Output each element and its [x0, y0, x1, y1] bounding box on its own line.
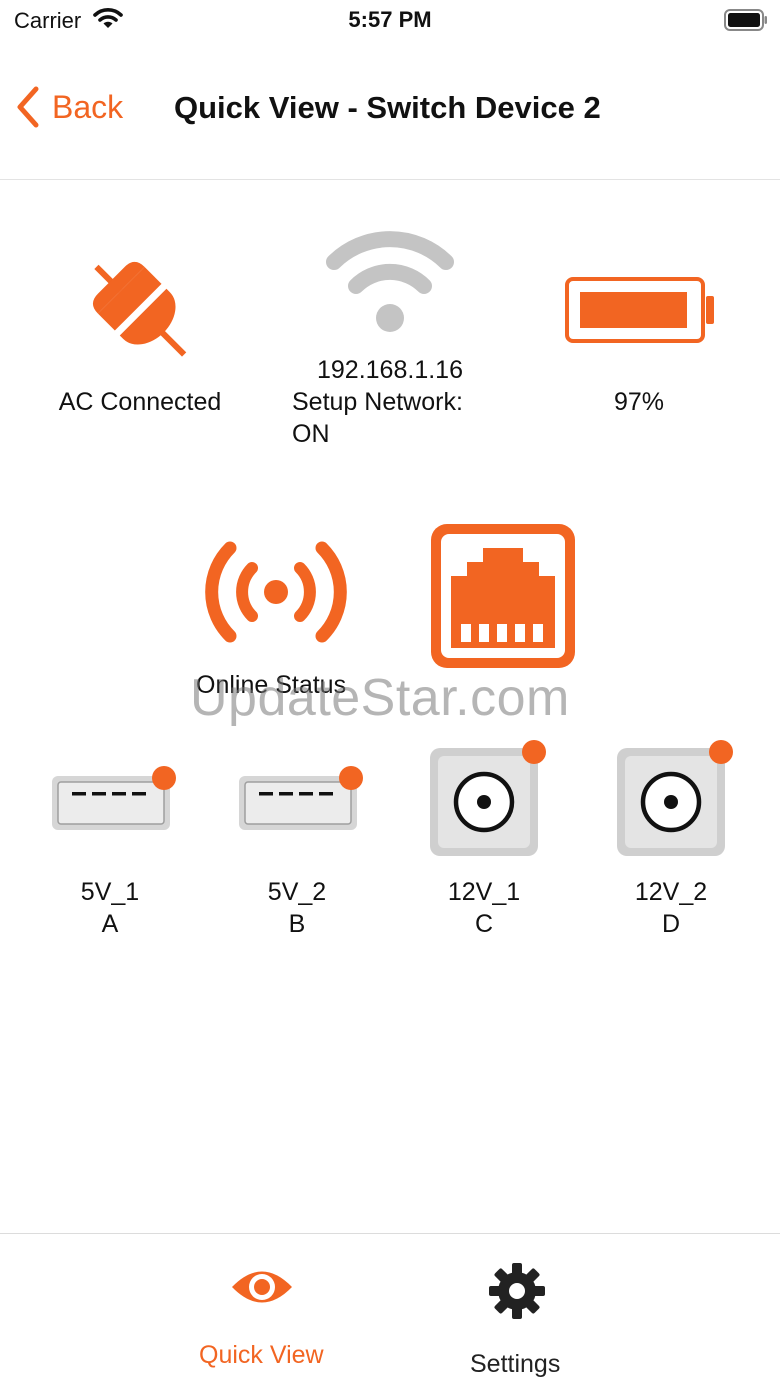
- back-button[interactable]: Back: [14, 84, 123, 130]
- tab-label: Settings: [470, 1350, 561, 1378]
- ethernet-icon: [431, 524, 575, 668]
- chevron-left-icon: [17, 86, 39, 128]
- clock: 5:57 PM: [348, 7, 432, 32]
- ip-address: 192.168.1.16: [317, 356, 463, 384]
- power-status-label: AC Connected: [58, 388, 222, 416]
- battery-icon: [565, 277, 714, 343]
- tab-bar: Quick View Settings: [0, 1233, 780, 1387]
- port-12v-1-button[interactable]: [428, 740, 548, 860]
- port-status-dot: [152, 766, 176, 790]
- broadcast-icon: [205, 541, 347, 643]
- port-name: 5V_2: [267, 878, 327, 906]
- port-12v-2-button[interactable]: [615, 740, 735, 860]
- port-status-dot: [709, 740, 733, 764]
- port-status-dot: [522, 740, 546, 764]
- battery-percent-label: 97%: [613, 388, 665, 416]
- tab-label: Quick View: [199, 1341, 324, 1369]
- navigation-bar: Back Quick View - Switch Device 2: [0, 40, 780, 180]
- port-5v-2-button[interactable]: [237, 766, 369, 836]
- setup-network-value: ON: [292, 420, 330, 448]
- gear-icon: [489, 1263, 545, 1319]
- port-status-dot: [339, 766, 363, 790]
- tab-quick-view[interactable]: Quick View: [190, 1254, 340, 1374]
- wifi-icon: [326, 231, 454, 332]
- port-name: 12V_2: [634, 878, 708, 906]
- port-name: 5V_1: [80, 878, 140, 906]
- port-letter: A: [101, 910, 119, 938]
- port-letter: D: [661, 910, 681, 938]
- port-name: 12V_1: [447, 878, 521, 906]
- battery-status-icon: [724, 9, 767, 31]
- setup-network-label: Setup Network:: [292, 388, 463, 416]
- port-letter: B: [288, 910, 306, 938]
- status-bar: Carrier 5:57 PM: [0, 0, 780, 40]
- page-title: Quick View - Switch Device 2: [174, 90, 601, 125]
- back-label: Back: [52, 88, 124, 125]
- plug-icon: [92, 261, 187, 357]
- online-status-label: Online Status: [196, 671, 347, 699]
- port-5v-1-button[interactable]: [50, 766, 182, 836]
- tab-settings[interactable]: Settings: [450, 1254, 590, 1378]
- port-letter: C: [474, 910, 494, 938]
- eye-icon: [232, 1271, 292, 1303]
